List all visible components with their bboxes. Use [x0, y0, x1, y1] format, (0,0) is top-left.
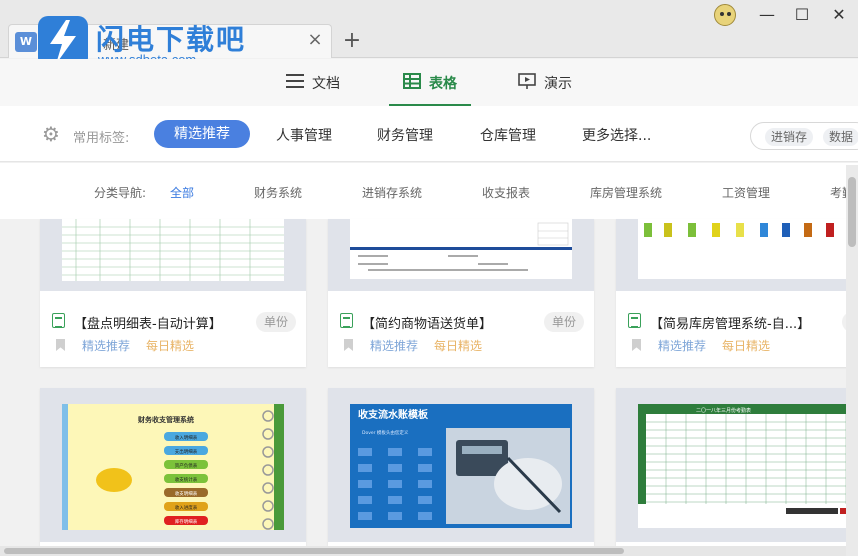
maximize-button[interactable]: ☐ — [789, 4, 815, 26]
template-card[interactable]: 财务收支管理系统 收入明细表 支出明细表 资产负债表 收支统计表 收支明细表 收… — [40, 388, 306, 546]
minimize-button[interactable]: — — [754, 4, 780, 26]
template-tag[interactable]: 精选推荐 — [82, 337, 130, 354]
attendance-thumb-title: 二〇一八年三月份考勤表 — [696, 407, 751, 414]
category-income[interactable]: 收支报表 — [482, 184, 530, 201]
tag-warehouse[interactable]: 仓库管理 — [480, 125, 536, 145]
template-badge: 单份 — [256, 312, 297, 332]
close-window-button[interactable]: ✕ — [826, 4, 852, 26]
tab-spreadsheet-label: 表格 — [429, 75, 457, 92]
cashflow-thumb-title: 收支流水账模板 — [358, 408, 429, 421]
vertical-scroll-thumb[interactable] — [848, 177, 856, 247]
template-badge: 单份 — [544, 312, 585, 332]
gear-icon[interactable]: ⚙ — [42, 122, 60, 146]
template-title: 【简约商物语送货单】 — [362, 317, 493, 332]
tag-search-box[interactable]: 进销存 数据 — [750, 122, 858, 150]
template-tag[interactable]: 每日精选 — [434, 337, 482, 354]
svg-text:收支统计表: 收支统计表 — [175, 476, 198, 483]
new-tab-button[interactable]: + — [340, 30, 364, 54]
spreadsheet-icon — [52, 313, 65, 328]
category-finance[interactable]: 财务系统 — [254, 184, 302, 201]
category-storage[interactable]: 库房管理系统 — [590, 184, 662, 201]
template-thumbnail — [328, 219, 594, 291]
template-tag[interactable]: 每日精选 — [146, 337, 194, 354]
spreadsheet-icon — [628, 313, 641, 328]
svg-text:收入明细表: 收入明细表 — [175, 434, 198, 441]
template-card[interactable]: 【盘点明细表-自动计算】 单份 精选推荐 每日精选 — [40, 219, 306, 367]
search-chip[interactable]: 数据 — [823, 128, 858, 146]
cashflow-thumb-subtitle: Dover 模板头由您定义 — [362, 429, 409, 436]
wps-logo-icon: W — [15, 32, 37, 52]
svg-text:资产负债表: 资产负债表 — [175, 462, 198, 469]
template-card[interactable]: 【简约商物语送货单】 单份 精选推荐 每日精选 — [328, 219, 594, 367]
table-icon — [403, 72, 421, 93]
template-card[interactable]: 收支流水账模板 Dover 模板头由您定义 — [328, 388, 594, 546]
tab-document[interactable]: 文档 — [286, 59, 340, 106]
tab-spreadsheet[interactable]: 表格 — [389, 59, 471, 106]
category-payroll[interactable]: 工资管理 — [722, 184, 770, 201]
tab-new[interactable]: W 新建 × — [8, 24, 332, 58]
category-inventory[interactable]: 进销存系统 — [362, 184, 422, 201]
template-tag[interactable]: 每日精选 — [722, 337, 770, 354]
tag-finance[interactable]: 财务管理 — [377, 125, 433, 145]
tag-bar-label: 常用标签: — [73, 131, 130, 146]
template-thumbnail: 财务收支管理系统 收入明细表 支出明细表 资产负债表 收支统计表 收支明细表 收… — [40, 388, 306, 542]
tab-presentation[interactable]: 演示 — [518, 59, 572, 106]
template-card[interactable]: 【简易库房管理系统-自...】 单份 精选推荐 每日精选 — [616, 219, 858, 367]
horizontal-scroll-thumb[interactable] — [4, 548, 624, 554]
finance-thumb-title: 财务收支管理系统 — [137, 415, 194, 424]
user-avatar[interactable] — [714, 4, 736, 26]
tag-selected[interactable]: 精选推荐 — [154, 120, 250, 148]
bookmark-icon[interactable] — [344, 339, 353, 351]
template-thumbnail — [616, 219, 858, 291]
template-thumbnail: 收支流水账模板 Dover 模板头由您定义 — [328, 388, 594, 542]
template-thumbnail: 二〇一八年三月份考勤表 — [616, 388, 858, 542]
template-tag[interactable]: 精选推荐 — [658, 337, 706, 354]
category-all[interactable]: 全部 — [170, 184, 194, 201]
tag-more[interactable]: 更多选择... — [582, 125, 651, 145]
bookmark-icon[interactable] — [56, 339, 65, 351]
template-title: 【简易库房管理系统-自...】 — [650, 317, 811, 332]
tag-hr[interactable]: 人事管理 — [276, 125, 332, 145]
document-icon — [286, 73, 304, 92]
app-type-nav: 文档 表格 演示 — [0, 59, 858, 106]
svg-text:库存明细表: 库存明细表 — [175, 518, 198, 525]
category-label: 分类导航: — [94, 186, 147, 200]
template-card[interactable]: 二〇一八年三月份考勤表 — [616, 388, 858, 546]
presentation-icon — [518, 72, 536, 93]
svg-text:收入进度表: 收入进度表 — [175, 504, 198, 511]
bookmark-icon[interactable] — [632, 339, 641, 351]
tab-title: 新建 — [103, 38, 130, 53]
horizontal-scrollbar[interactable] — [0, 546, 846, 556]
template-thumbnail — [40, 219, 306, 291]
vertical-scrollbar[interactable] — [846, 165, 858, 556]
svg-text:收支明细表: 收支明细表 — [175, 490, 198, 497]
template-title: 【盘点明细表-自动计算】 — [74, 317, 222, 332]
spreadsheet-icon — [340, 313, 353, 328]
template-tag[interactable]: 精选推荐 — [370, 337, 418, 354]
tab-close-icon[interactable]: × — [305, 31, 325, 51]
svg-text:支出明细表: 支出明细表 — [175, 448, 198, 455]
search-chip[interactable]: 进销存 — [765, 128, 814, 146]
tab-presentation-label: 演示 — [544, 75, 572, 92]
tab-document-label: 文档 — [312, 75, 340, 92]
